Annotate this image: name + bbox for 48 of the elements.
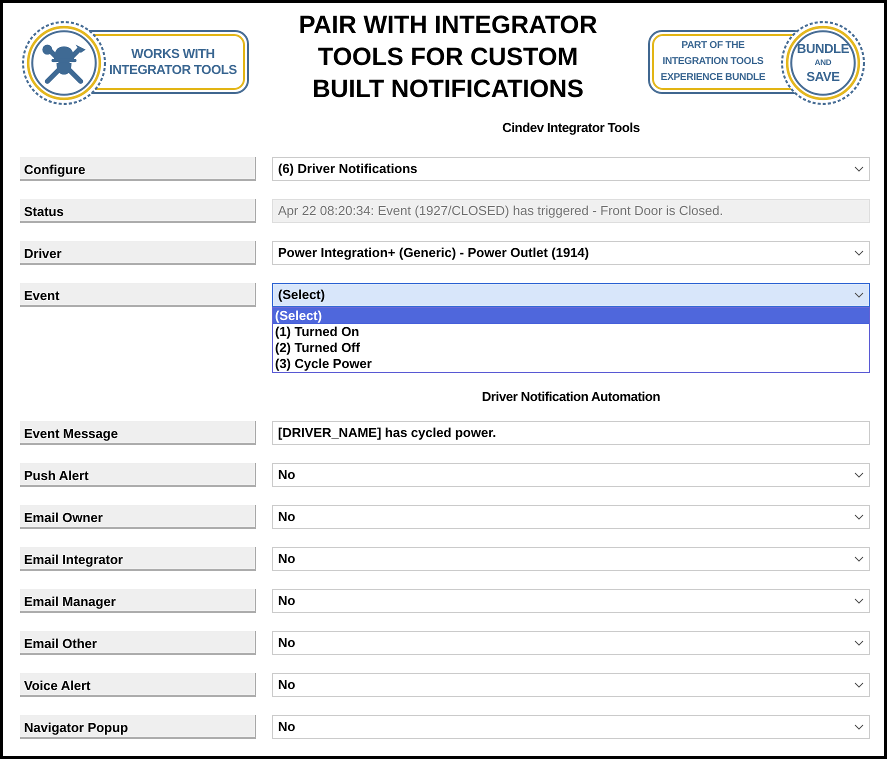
badge-text: INTEGRATOR TOOLS bbox=[109, 62, 237, 78]
dropdown[interactable]: No bbox=[272, 505, 870, 529]
section-heading: Driver Notification Automation bbox=[480, 388, 662, 406]
dropdown[interactable]: No bbox=[272, 547, 870, 571]
dropdown[interactable]: No bbox=[272, 463, 870, 487]
seal-text: AND bbox=[814, 57, 832, 69]
field-label: Event bbox=[20, 283, 256, 307]
dropdown-option[interactable]: (Select) bbox=[273, 308, 869, 324]
chevron-down-icon bbox=[854, 640, 864, 646]
input-field[interactable]: [DRIVER_NAME] has cycled power. bbox=[272, 421, 870, 445]
field-label: Email Owner bbox=[20, 505, 256, 529]
field-label: Voice Alert bbox=[20, 673, 256, 697]
field-label: Email Integrator bbox=[20, 547, 256, 571]
dropdown[interactable]: No bbox=[272, 631, 870, 655]
chevron-down-icon bbox=[854, 514, 864, 520]
chevron-down-icon bbox=[854, 472, 864, 478]
field-label: Email Manager bbox=[20, 589, 256, 613]
status-field: Apr 22 08:20:34: Event (1927/CLOSED) has triggered - Front Door is Closed. bbox=[272, 199, 870, 223]
chevron-down-icon bbox=[854, 250, 864, 256]
headline: TOOLS FOR CUSTOM bbox=[318, 42, 578, 73]
badge-text: EXPERIENCE BUNDLE bbox=[660, 71, 766, 85]
chevron-down-icon bbox=[854, 598, 864, 604]
chevron-down-icon bbox=[854, 556, 864, 562]
field-label: Push Alert bbox=[20, 463, 256, 487]
dropdown[interactable]: Power Integration+ (Generic) - Power Outlet (1914) bbox=[272, 241, 870, 265]
section-heading: Cindev Integrator Tools bbox=[501, 119, 641, 137]
seal-text: BUNDLE bbox=[796, 41, 850, 57]
field-label: Navigator Popup bbox=[20, 715, 256, 739]
badge-text: PART OF THE bbox=[681, 39, 745, 53]
dropdown[interactable]: No bbox=[272, 673, 870, 697]
headline: PAIR WITH INTEGRATOR bbox=[298, 10, 598, 41]
headline: BUILT NOTIFICATIONS bbox=[312, 74, 584, 105]
dropdown[interactable]: (Select) bbox=[272, 283, 870, 307]
field-label: Event Message bbox=[20, 421, 256, 445]
chevron-down-icon bbox=[854, 166, 864, 172]
dropdown[interactable]: No bbox=[272, 589, 870, 613]
badge-text: WORKS WITH bbox=[131, 46, 215, 62]
field-label: Driver bbox=[20, 241, 256, 265]
chevron-down-icon bbox=[854, 682, 864, 688]
dropdown[interactable]: No bbox=[272, 715, 870, 739]
field-label: Configure bbox=[20, 157, 256, 181]
field-label: Email Other bbox=[20, 631, 256, 655]
field-label: Status bbox=[20, 199, 256, 223]
dropdown[interactable]: (6) Driver Notifications bbox=[272, 157, 870, 181]
badge-text: INTEGRATION TOOLS bbox=[662, 55, 764, 69]
chevron-down-icon bbox=[854, 292, 864, 298]
chevron-down-icon bbox=[854, 724, 864, 730]
seal-text: SAVE bbox=[806, 69, 840, 85]
